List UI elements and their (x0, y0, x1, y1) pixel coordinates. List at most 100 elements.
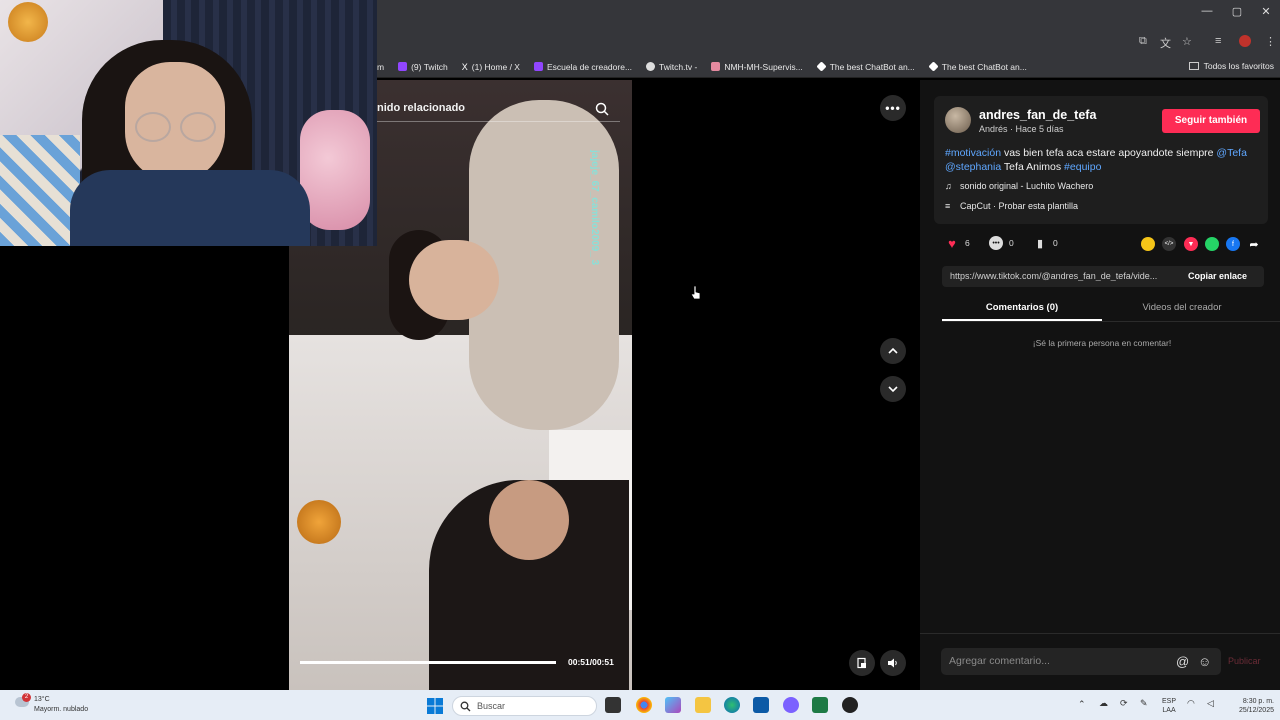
next-video-button[interactable] (880, 376, 906, 402)
tabs-divider (942, 321, 1280, 322)
comment-placeholder: Agregar comentario... (949, 655, 1050, 667)
video-time: 00:51/00:51 (568, 657, 614, 667)
author-subtitle: Andrés · Hace 5 días (979, 124, 1064, 134)
chevron-up-icon (888, 347, 898, 354)
post-description: #motivación vas bien tefa aca estare apo… (945, 146, 1260, 174)
app-icon[interactable] (842, 697, 858, 713)
search-icon (460, 701, 471, 712)
share-link[interactable]: https://www.tiktok.com/@andres_fan_de_te… (950, 271, 1176, 281)
x-icon: X (461, 62, 468, 72)
tab-creator-videos[interactable]: Videos del creador (1102, 302, 1262, 313)
bookmark-item[interactable]: X (1) Home / X (461, 62, 520, 73)
bookmark-item[interactable]: (9) Twitch (398, 62, 448, 72)
bookmark-item[interactable]: The best ChatBot an... (928, 61, 1027, 72)
comment-stat[interactable]: ••• 0 (989, 236, 1014, 250)
hashtag-link[interactable]: #equipo (1064, 161, 1101, 173)
windows-start-icon[interactable] (427, 698, 443, 714)
share-friends-icon[interactable] (1141, 237, 1155, 251)
weather-temp: 13°C (34, 696, 50, 703)
taskbar-search[interactable]: Buscar (452, 696, 597, 716)
bookmark-item[interactable]: Twitch.tv - (646, 62, 697, 72)
follow-button[interactable]: Seguir también (1162, 109, 1260, 133)
save-count: 0 (1053, 238, 1058, 248)
clock[interactable]: 8:30 p. m. 25/12/2025 (1226, 697, 1274, 715)
whatsapp-icon[interactable] (1205, 237, 1219, 251)
active-tab-indicator (942, 319, 1102, 321)
translate-icon[interactable]: 文 (1160, 35, 1171, 51)
author-username[interactable]: andres_fan_de_tefa (979, 108, 1096, 122)
facebook-icon[interactable]: f (1226, 237, 1240, 251)
cast-icon[interactable]: ⧉ (1139, 35, 1147, 48)
weather-widget[interactable]: 13°C Mayorm. nublado (34, 695, 88, 715)
sound-row[interactable]: ♫ sonido original - Luchito Wachero (945, 181, 1093, 191)
task-view-icon[interactable] (605, 697, 621, 713)
bookmark-item[interactable]: NMH-MH-Supervis... (711, 62, 803, 72)
bookmark-item[interactable]: m (377, 62, 384, 72)
copilot-icon[interactable] (665, 697, 681, 713)
store-icon[interactable] (753, 697, 769, 713)
hashtag-link[interactable]: #motivación (945, 147, 1001, 159)
maximize-icon[interactable]: ▢ (1229, 5, 1245, 18)
chevron-down-icon (888, 386, 898, 393)
more-icon: ••• (885, 101, 901, 115)
chevron-up-icon[interactable]: ⌃ (1078, 700, 1086, 709)
speaker-icon[interactable]: ◁ (1207, 699, 1214, 708)
hashtag-link[interactable]: @stephania (945, 161, 1001, 173)
keyboard-layout: LAA (1162, 707, 1176, 714)
tab-comments[interactable]: Comentarios (0) (942, 302, 1102, 313)
send-icon[interactable]: ▼ (1184, 237, 1198, 251)
minimize-icon[interactable]: — (1199, 5, 1215, 17)
app-icon[interactable] (783, 697, 799, 713)
video-frame (297, 500, 341, 544)
webcam-frame (180, 112, 216, 142)
webcam-frame (8, 2, 48, 42)
like-stat[interactable]: ♥ 6 (945, 236, 970, 251)
language-indicator[interactable]: ESP LAA (1162, 697, 1176, 715)
share-arrow-icon[interactable]: ➦ (1247, 237, 1261, 251)
emoji-icon[interactable]: ☺ (1198, 654, 1211, 669)
search-icon[interactable] (594, 101, 610, 117)
clock-time: 8:30 p. m. (1242, 698, 1274, 705)
avatar[interactable] (945, 107, 971, 133)
cloud-icon[interactable]: ☁ (1099, 699, 1108, 708)
chrome-icon[interactable] (636, 697, 652, 713)
save-stat[interactable]: ▮ 0 (1033, 236, 1058, 250)
wifi-icon[interactable]: ◠ (1187, 699, 1195, 708)
volume-button[interactable] (880, 650, 906, 676)
edge-icon[interactable] (724, 697, 740, 713)
template-label: CapCut · Probar esta plantilla (960, 201, 1079, 211)
pip-button[interactable] (849, 650, 875, 676)
video-progress[interactable] (300, 661, 556, 664)
all-bookmarks[interactable]: Todos los favoritos (1188, 61, 1274, 71)
volume-icon (888, 658, 897, 668)
video-watermark: jajeje_67_camilo2009_ 3 (589, 150, 600, 266)
star-icon[interactable]: ☆ (1182, 35, 1192, 48)
more-options-button[interactable]: ••• (880, 95, 906, 121)
bookmark-icon: ▮ (1036, 237, 1044, 250)
embed-icon[interactable]: </> (1162, 237, 1176, 251)
bookmark-item[interactable]: Escuela de creadore... (533, 62, 632, 72)
media-icon[interactable]: ≡ (1215, 35, 1221, 47)
close-icon[interactable]: ✕ (1258, 5, 1274, 18)
hashtag-link[interactable]: @Tefa (1216, 147, 1247, 159)
language-code: ESP (1162, 698, 1177, 705)
video-frame (489, 480, 569, 560)
profile-icon[interactable] (1239, 35, 1251, 47)
empty-comments-text: ¡Sé la primera persona en comentar! (1032, 338, 1172, 348)
description-text: Tefa Animos (1001, 161, 1065, 173)
mention-icon[interactable]: @ (1176, 654, 1189, 669)
bookmark-item[interactable]: The best ChatBot an... (816, 61, 915, 72)
excel-icon[interactable] (812, 697, 828, 713)
chatbot-icon (816, 61, 827, 72)
folder-icon (1188, 62, 1199, 70)
pen-icon[interactable]: ✎ (1140, 699, 1148, 708)
template-row[interactable]: ≡ CapCut · Probar esta plantilla (945, 201, 1078, 211)
menu-icon[interactable]: ⋮ (1265, 35, 1276, 48)
comment-count: 0 (1009, 238, 1014, 248)
file-explorer-icon[interactable] (695, 697, 711, 713)
copy-link-button[interactable]: Copiar enlace (1188, 271, 1247, 281)
publish-button[interactable]: Publicar (1228, 656, 1261, 666)
sync-icon[interactable]: ⟳ (1120, 699, 1128, 708)
webcam-frame (135, 112, 171, 142)
previous-video-button[interactable] (880, 338, 906, 364)
